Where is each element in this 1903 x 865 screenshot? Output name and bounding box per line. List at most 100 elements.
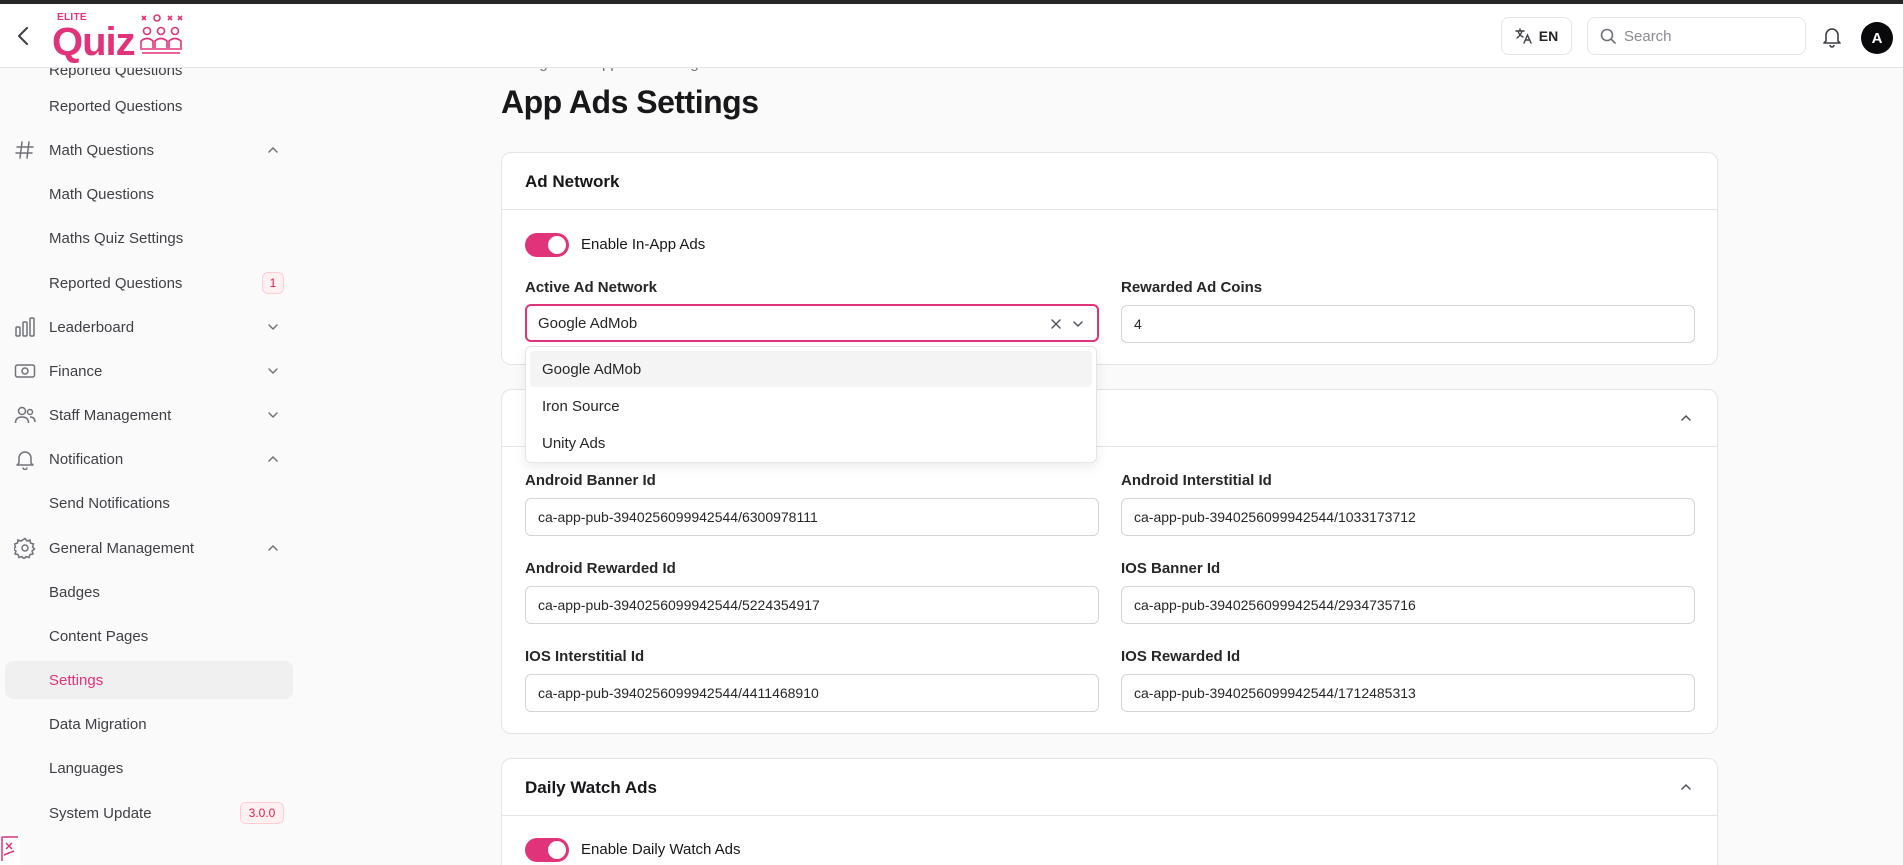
chevron-down-icon[interactable] <box>1071 317 1085 331</box>
chevron-down-icon <box>268 368 278 375</box>
ios-interstitial-id-input[interactable]: ca-app-pub-3940256099942544/4411468910 <box>525 674 1099 712</box>
sidebar-item-label: Reported Questions <box>49 97 183 115</box>
ad-network-card: Ad Network Enable In-App Ads Active Ad N… <box>501 152 1718 365</box>
field-label: IOS Interstitial Id <box>525 648 645 665</box>
sidebar-item-general-management[interactable]: General Management <box>0 529 290 567</box>
input-value: ca-app-pub-3940256099942544/6300978111 <box>538 509 818 525</box>
chevron-down-icon <box>268 324 278 331</box>
search-input[interactable] <box>1624 27 1784 45</box>
sidebar-item-label: Data Migration <box>49 715 147 733</box>
sidebar-item-math-questions-group[interactable]: Math Questions <box>0 131 290 169</box>
daily-watch-ads-toggle[interactable] <box>525 838 569 862</box>
chevron-down-icon <box>268 412 278 419</box>
card-title: Ad Network <box>525 172 620 191</box>
input-value: ca-app-pub-3940256099942544/1712485313 <box>1134 685 1416 701</box>
language-button[interactable]: EN <box>1501 17 1572 55</box>
bell-icon <box>1823 28 1841 48</box>
language-label: EN <box>1538 28 1559 44</box>
sidebar-item-system-update[interactable]: System Update 3.0.0 <box>0 794 290 832</box>
sidebar-item-badges[interactable]: Badges <box>0 573 290 611</box>
card-header: Ad Network <box>502 153 1717 210</box>
toggle-label: Enable In-App Ads <box>581 236 706 253</box>
search-icon <box>1600 28 1616 44</box>
sidebar-item-label: Badges <box>49 583 100 601</box>
field-label: IOS Rewarded Id <box>1121 648 1241 665</box>
bell-outline-icon <box>16 451 34 470</box>
bar-chart-icon <box>15 317 35 337</box>
gear-icon <box>14 537 36 559</box>
sidebar-item-notification[interactable]: Notification <box>0 440 290 478</box>
sidebar-item-staff-management[interactable]: Staff Management <box>0 396 290 434</box>
sidebar-item-label: Finance <box>49 362 103 380</box>
chevron-up-icon[interactable] <box>1679 411 1693 425</box>
ios-banner-id-input[interactable]: ca-app-pub-3940256099942544/2934735716 <box>1121 586 1695 624</box>
field-label: IOS Banner Id <box>1121 560 1221 577</box>
sidebar-item-finance[interactable]: Finance <box>0 352 290 390</box>
sidebar-item-label: Staff Management <box>49 406 172 424</box>
version-badge: 3.0.0 <box>240 802 284 824</box>
field-label: Android Banner Id <box>525 472 656 489</box>
toggle-label: Enable Daily Watch Ads <box>581 841 741 858</box>
users-icon <box>14 406 36 424</box>
dropdown-option-google-admob[interactable]: Google AdMob <box>530 351 1092 387</box>
rewarded-ad-coins-input[interactable]: 4 <box>1121 305 1695 343</box>
input-value: ca-app-pub-3940256099942544/4411468910 <box>538 685 819 701</box>
sidebar-item-send-notifications[interactable]: Send Notifications <box>0 484 290 522</box>
sidebar-item-cut[interactable]: Reported Questions <box>49 68 182 79</box>
sidebar-item-label: Math Questions <box>49 185 155 203</box>
corner-logo-icon <box>0 833 20 865</box>
in-app-ads-toggle[interactable] <box>525 233 569 257</box>
sidebar-item-data-migration[interactable]: Data Migration <box>0 705 290 743</box>
sidebar-item-reported-questions[interactable]: Reported Questions <box>0 87 290 125</box>
close-icon[interactable] <box>1049 317 1063 331</box>
sidebar-item-settings[interactable]: Settings <box>5 661 293 699</box>
sidebar-item-label: Content Pages <box>49 627 149 645</box>
input-value: 4 <box>1134 316 1142 332</box>
card-header: Daily Watch Ads <box>502 759 1717 816</box>
sidebar-item-label: Notification <box>49 450 124 468</box>
sidebar-item-label: Settings <box>49 671 104 689</box>
android-banner-id-input[interactable]: ca-app-pub-3940256099942544/6300978111 <box>525 498 1099 536</box>
hash-icon <box>15 141 34 159</box>
sidebar-item-label: System Update <box>49 804 152 822</box>
avatar[interactable]: A <box>1861 22 1893 54</box>
money-icon <box>14 364 36 378</box>
field-label: Android Interstitial Id <box>1121 472 1272 489</box>
chevron-up-icon[interactable] <box>1679 780 1693 794</box>
logo-people-icon <box>140 14 183 54</box>
search-box[interactable] <box>1587 17 1806 55</box>
android-rewarded-id-input[interactable]: ca-app-pub-3940256099942544/5224354917 <box>525 586 1099 624</box>
translate-icon <box>1515 28 1532 44</box>
sidebar-item-leaderboard[interactable]: Leaderboard <box>0 308 290 346</box>
sidebar-item-languages[interactable]: Languages <box>0 749 290 787</box>
sidebar-item-label: Reported Questions <box>49 274 183 292</box>
sidebar-item-label: Languages <box>49 759 124 777</box>
active-ad-network-select[interactable]: Google AdMob <box>525 304 1099 342</box>
chevron-up-icon <box>268 146 278 153</box>
dropdown-option-iron-source[interactable]: Iron Source <box>530 388 1092 424</box>
chevron-up-icon <box>268 544 278 551</box>
field-label: Active Ad Network <box>525 279 657 296</box>
notifications-button[interactable] <box>1822 26 1842 48</box>
app-logo[interactable]: ELITE Quiz <box>50 10 185 64</box>
android-interstitial-id-input[interactable]: ca-app-pub-3940256099942544/1033173712 <box>1121 498 1695 536</box>
back-button[interactable] <box>12 24 34 48</box>
sidebar-item-math-reported-questions[interactable]: Reported Questions 1 <box>0 264 290 302</box>
sidebar: Reported Questions Reported Questions Ma… <box>0 68 296 865</box>
ad-network-dropdown: Google AdMob Iron Source Unity Ads <box>525 346 1097 463</box>
sidebar-item-content-pages[interactable]: Content Pages <box>0 617 290 655</box>
back-arrow-icon <box>18 27 28 45</box>
select-value: Google AdMob <box>538 314 638 332</box>
sidebar-item-math-questions[interactable]: Math Questions <box>0 175 290 213</box>
sidebar-item-label: Math Questions <box>49 141 155 159</box>
card-title: Daily Watch Ads <box>525 778 657 797</box>
logo-quiz-text: Quiz <box>52 20 136 64</box>
sidebar-item-label: Maths Quiz Settings <box>49 229 184 247</box>
field-label: Android Rewarded Id <box>525 560 676 577</box>
ios-rewarded-id-input[interactable]: ca-app-pub-3940256099942544/1712485313 <box>1121 674 1695 712</box>
sidebar-item-label: Leaderboard <box>49 318 135 336</box>
sidebar-item-maths-quiz-settings[interactable]: Maths Quiz Settings <box>0 219 290 257</box>
input-value: ca-app-pub-3940256099942544/2934735716 <box>1134 597 1416 613</box>
dropdown-option-unity-ads[interactable]: Unity Ads <box>530 425 1092 461</box>
page-title: App Ads Settings <box>501 84 759 120</box>
